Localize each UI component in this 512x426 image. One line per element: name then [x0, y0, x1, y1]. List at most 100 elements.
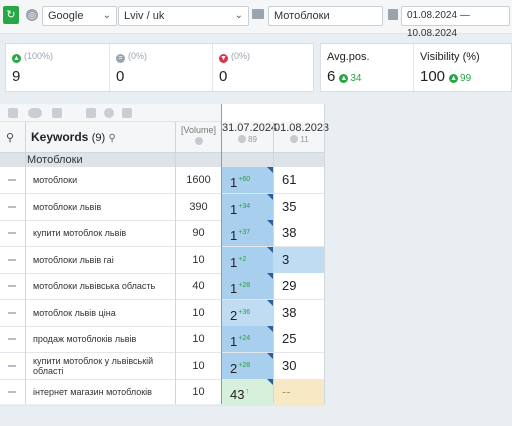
- position-cell-date2[interactable]: 38: [274, 220, 325, 246]
- keyword-cell[interactable]: мотоблоки львів гаі: [33, 247, 175, 273]
- keyword-cell[interactable]: мотоблок львів ціна: [33, 300, 175, 326]
- contrast-icon[interactable]: [104, 108, 114, 118]
- table-row[interactable]: мотоблок львів ціна 10 2+36 38: [0, 299, 325, 327]
- position-cell-date2[interactable]: 30: [274, 352, 325, 379]
- remove-dash-icon[interactable]: [8, 311, 16, 314]
- position-delta: +28: [238, 361, 251, 369]
- position-value: 43: [230, 387, 245, 402]
- position-cell-date2[interactable]: 38: [274, 299, 325, 326]
- remove-dash-icon[interactable]: [8, 285, 16, 287]
- region-select[interactable]: Lviv / uk ⌄: [118, 6, 249, 26]
- position-delta: +28: [238, 282, 251, 289]
- keywords-header-label: Keywords: [31, 130, 89, 144]
- position-cell-date1[interactable]: 1+60: [222, 167, 273, 193]
- table-tools: [0, 104, 222, 122]
- position-value: 2: [230, 307, 238, 323]
- table-row[interactable]: мотоблоки 1600 1+60 61: [0, 167, 325, 194]
- keyword-text: інтернет магазин мотоблоків: [33, 387, 152, 397]
- keyword-cell[interactable]: мотоблоки львів: [33, 194, 175, 220]
- link-icon[interactable]: [52, 108, 62, 118]
- declined-card[interactable]: ▼ (0%) 0: [212, 44, 314, 91]
- table-row[interactable]: мотоблоки львів 390 1+34 35: [0, 193, 325, 221]
- date2-header[interactable]: 01.08.2023 11: [274, 122, 329, 144]
- remove-dash-icon[interactable]: [8, 258, 16, 261]
- position-value: 1: [230, 175, 238, 190]
- volume-cell: 1600: [186, 174, 211, 186]
- position-cell-date2[interactable]: --: [274, 379, 325, 405]
- position-cell-date2[interactable]: 3: [274, 246, 325, 273]
- toggle-icon[interactable]: [28, 108, 42, 118]
- position-cell-date1[interactable]: 1+34: [222, 193, 273, 220]
- grid-icon[interactable]: [86, 108, 96, 118]
- keyword-cell[interactable]: купити мотоблок львів: [33, 220, 175, 246]
- search-icon[interactable]: ⚲: [109, 133, 116, 144]
- col-divider: [221, 104, 222, 404]
- globe-icon: ◎: [26, 9, 38, 21]
- remove-dash-icon[interactable]: [8, 179, 16, 181]
- keyword-cell[interactable]: продаж мотоблоків львів: [33, 326, 175, 352]
- position-cell-date2[interactable]: 61: [274, 167, 325, 193]
- avg-pos-label: Avg.pos.: [327, 51, 370, 63]
- position-cell-date1[interactable]: 2+28: [222, 352, 273, 379]
- position-cell-date2[interactable]: 29: [274, 273, 325, 299]
- keyword-cell[interactable]: інтернет магазин мотоблоків: [33, 379, 175, 405]
- refresh-button[interactable]: ↻: [3, 6, 19, 24]
- paperclip-icon[interactable]: ⚲: [6, 131, 14, 144]
- table-row[interactable]: продаж мотоблоків львів 10 1+24 25: [0, 326, 325, 353]
- table-header: ⚲ Keywords (9) ⚲ [Volume] 31.07.2024 89 0…: [0, 122, 329, 153]
- remove-dash-icon[interactable]: [8, 205, 16, 208]
- group-row[interactable]: Мотоблоки: [0, 153, 325, 167]
- position-cell-date1[interactable]: 1+2: [222, 246, 273, 273]
- position-cell-date1[interactable]: 2+36: [222, 299, 273, 326]
- date1-header[interactable]: 31.07.2024 89: [222, 122, 277, 144]
- date-range-field[interactable]: 01.08.2024 — 10.08.2024: [401, 6, 510, 39]
- table-row[interactable]: купити мотоблок у львівській області 10 2+…: [0, 352, 325, 380]
- position-cell-date2[interactable]: 25: [274, 326, 325, 352]
- remove-dash-icon[interactable]: [8, 338, 16, 340]
- table-row[interactable]: купити мотоблок львів 90 1+37 38: [0, 220, 325, 247]
- visibility-value: 100: [420, 68, 446, 85]
- toolbar: ↻ ◎ Google ⌄ Lviv / uk ⌄ Мотоблоки 01.08…: [0, 0, 512, 39]
- position-cell-date1[interactable]: 1+28: [222, 273, 273, 299]
- sort-alpha-icon[interactable]: [122, 108, 132, 118]
- volume-header[interactable]: [Volume]: [176, 125, 221, 147]
- volume-cell: 90: [192, 227, 205, 239]
- date2-sub: 11: [300, 135, 309, 144]
- unchanged-count: 0: [116, 68, 125, 85]
- table-row[interactable]: інтернет магазин мотоблоків 10 43↑ --: [0, 379, 325, 406]
- search-engine-select[interactable]: Google ⌄: [42, 6, 117, 26]
- position-cell-date2[interactable]: 35: [274, 193, 325, 220]
- project-field[interactable]: Мотоблоки: [268, 6, 383, 26]
- keyword-cell[interactable]: мотоблоки: [33, 167, 175, 193]
- volume-cell: 10: [192, 333, 205, 345]
- keyword-cell[interactable]: купити мотоблок у львівській області: [33, 353, 175, 379]
- position-value: 29: [282, 278, 297, 293]
- globe-icon: [194, 137, 203, 145]
- position-delta: +24: [238, 335, 251, 342]
- chevron-down-icon: ⌄: [102, 10, 111, 21]
- position-cell-date1[interactable]: 43↑: [222, 379, 273, 405]
- keywords-header[interactable]: Keywords (9) ⚲: [31, 130, 116, 144]
- improved-card[interactable]: ▲ (100%) 9: [6, 44, 109, 91]
- unchanged-pct: (0%): [128, 51, 148, 61]
- keyword-text: продаж мотоблоків львів: [33, 334, 137, 344]
- avg-pos-card: Avg.pos. 6 ▲ 34: [321, 44, 413, 91]
- visibility-card: Visibility (%) 100 ▲ 99: [413, 44, 511, 91]
- position-cell-date1[interactable]: 1+24: [222, 326, 273, 352]
- position-delta: ↑: [245, 388, 249, 395]
- equal-icon: =: [116, 54, 125, 63]
- keyword-text: мотоблоки: [33, 175, 78, 185]
- keyword-cell[interactable]: мотоблоки львівська область: [33, 273, 175, 299]
- remove-dash-icon[interactable]: [8, 232, 16, 234]
- unchanged-card[interactable]: = (0%) 0: [109, 44, 212, 91]
- remove-dash-icon[interactable]: [8, 391, 16, 393]
- avg-pos-value: 6: [327, 68, 336, 85]
- table-row[interactable]: мотоблоки львів гаі 10 1+2 3: [0, 246, 325, 274]
- sort-icon[interactable]: [8, 108, 18, 118]
- position-cell-date1[interactable]: 1+37: [222, 220, 273, 246]
- improved-count: 9: [12, 68, 21, 85]
- remove-dash-icon[interactable]: [8, 364, 16, 367]
- declined-count: 0: [219, 68, 228, 85]
- table-row[interactable]: мотоблоки львівська область 40 1+28 29: [0, 273, 325, 300]
- keywords-count: (9): [91, 132, 106, 144]
